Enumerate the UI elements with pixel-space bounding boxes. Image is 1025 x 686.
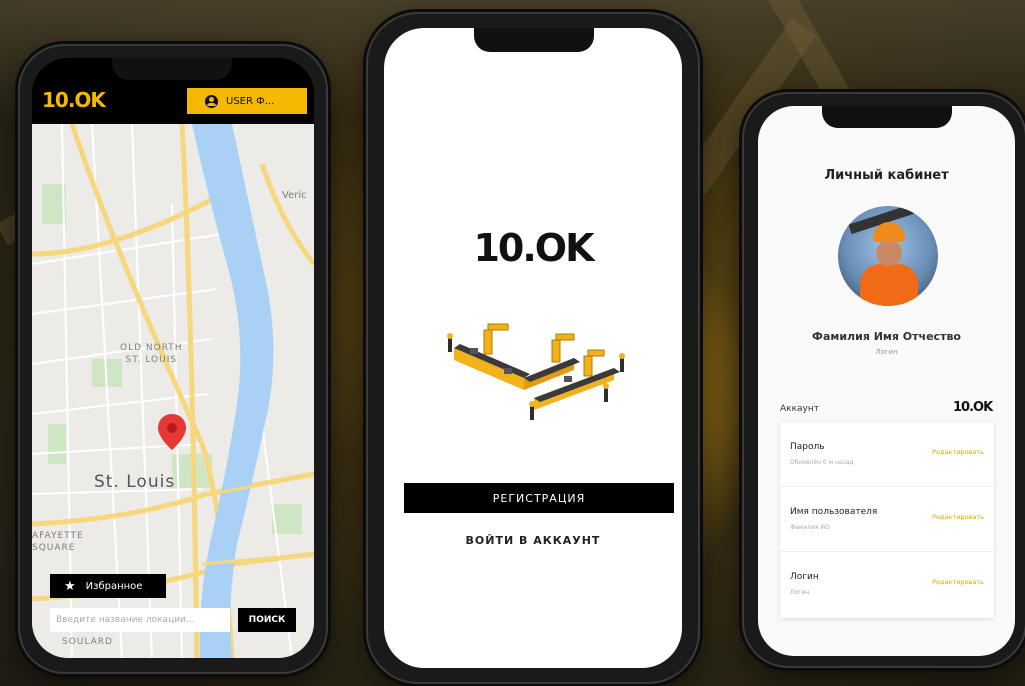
favorites-button[interactable]: ★ Избранное bbox=[50, 574, 166, 598]
edit-login-link[interactable]: Редактировать bbox=[932, 578, 984, 586]
map-screen: 10.OK USER Ф... Veric OLD NORTH ST. LOUI… bbox=[32, 58, 314, 658]
profile-full-name: Фамилия Имя Отчество bbox=[812, 330, 961, 343]
map-label-soulard: SOULARD bbox=[62, 637, 113, 647]
phone-welcome-screen: 10.OK РЕГИСТРАЦИЯ ВОЙТИ В АККАУНТ bbox=[366, 12, 700, 684]
location-pin-icon[interactable] bbox=[158, 414, 186, 450]
app-logo: 10.OK bbox=[473, 226, 594, 270]
row-label: Имя пользователя bbox=[790, 507, 878, 517]
map-label-lafayette: AFAYETTE SQUARE bbox=[32, 531, 84, 553]
register-button[interactable]: РЕГИСТРАЦИЯ bbox=[404, 483, 674, 513]
phone-notch bbox=[474, 28, 594, 52]
edit-username-link[interactable]: Редактировать bbox=[932, 513, 984, 521]
welcome-screen: 10.OK РЕГИСТРАЦИЯ ВОЙТИ В АККАУНТ bbox=[384, 28, 682, 668]
row-label: Пароль bbox=[790, 442, 825, 452]
account-row-login: Логин Логин Редактировать bbox=[780, 552, 994, 617]
account-row-password: Пароль Обновлён 0 м назад Редактировать bbox=[780, 422, 994, 487]
profile-login-caption: Логин bbox=[875, 348, 898, 356]
user-circle-icon bbox=[205, 94, 218, 108]
avatar[interactable] bbox=[838, 206, 938, 306]
map-label-veris: Veric bbox=[282, 190, 307, 201]
map-label-city: St. Louis bbox=[94, 472, 176, 492]
phone-notch bbox=[822, 106, 952, 128]
location-search-bar: ПОИСК bbox=[50, 608, 296, 632]
favorites-label: Избранное bbox=[85, 580, 143, 592]
user-button-label: USER Ф... bbox=[226, 95, 275, 107]
row-subtext: Логин bbox=[790, 589, 810, 596]
user-profile-button[interactable]: USER Ф... bbox=[187, 88, 307, 114]
phone-notch bbox=[112, 58, 232, 80]
row-subtext: Фамилия ИО bbox=[790, 524, 830, 531]
app-logo: 10.OK bbox=[953, 400, 993, 415]
map-label-old-north: OLD NORTH ST. LOUIS bbox=[120, 343, 183, 365]
profile-screen: Личный кабинет Фамилия Имя Отчество Логи… bbox=[758, 106, 1015, 656]
factory-conveyor-illustration bbox=[447, 323, 625, 420]
account-row-username: Имя пользователя Фамилия ИО Редактироват… bbox=[780, 487, 994, 552]
account-settings-card: Пароль Обновлён 0 м назад Редактировать … bbox=[780, 422, 994, 618]
star-icon: ★ bbox=[64, 578, 76, 594]
search-button[interactable]: ПОИСК bbox=[238, 608, 296, 632]
page-title: Личный кабинет bbox=[824, 168, 949, 183]
edit-password-link[interactable]: Редактировать bbox=[932, 448, 984, 456]
row-label: Логин bbox=[790, 572, 819, 582]
location-search-input[interactable] bbox=[50, 608, 230, 632]
account-section-label: Аккаунт bbox=[780, 404, 819, 414]
login-link[interactable]: ВОЙТИ В АККАУНТ bbox=[384, 534, 682, 547]
city-map[interactable]: Veric OLD NORTH ST. LOUIS St. Louis AFAY… bbox=[32, 124, 314, 658]
app-logo: 10.OK bbox=[42, 88, 106, 112]
row-subtext: Обновлён 0 м назад bbox=[790, 459, 854, 466]
phone-profile-screen: Личный кабинет Фамилия Имя Отчество Логи… bbox=[742, 92, 1025, 668]
phone-map-screen: 10.OK USER Ф... Veric OLD NORTH ST. LOUI… bbox=[18, 44, 328, 674]
